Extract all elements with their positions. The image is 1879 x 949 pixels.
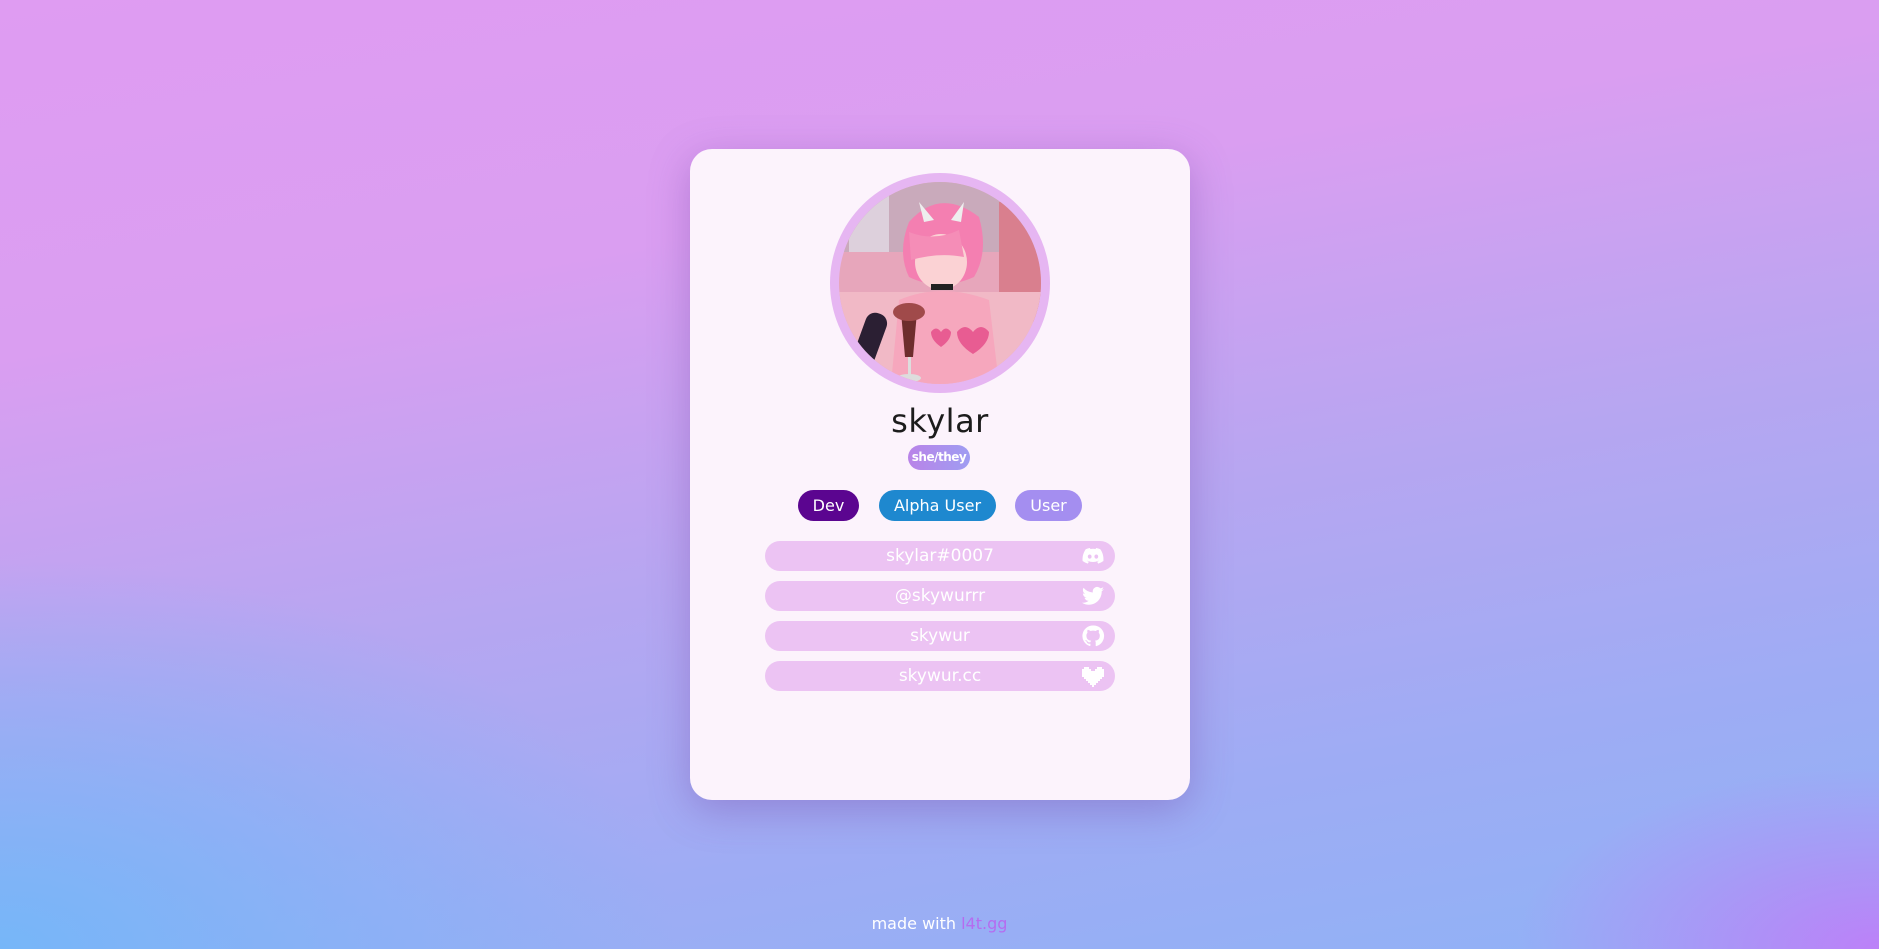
heart-icon [1082, 667, 1104, 687]
twitter-icon [1082, 586, 1104, 605]
github-link[interactable]: skywur [765, 621, 1115, 651]
footer: made with l4t.gg [0, 914, 1879, 933]
footer-link[interactable]: l4t.gg [961, 914, 1007, 933]
discord-link-label: skylar#0007 [886, 546, 994, 566]
profile-card: skylar she/they Dev Alpha User User skyl… [690, 149, 1190, 800]
twitter-link[interactable]: @skywurrr [765, 581, 1115, 611]
github-icon [1082, 625, 1105, 647]
website-link-label: skywur.cc [898, 666, 982, 686]
profile-name: skylar [891, 402, 989, 440]
github-link-label: skywur [910, 626, 970, 646]
discord-link[interactable]: skylar#0007 [765, 541, 1115, 571]
badge-dev: Dev [798, 490, 859, 521]
pronouns-badge: she/they [908, 445, 970, 470]
discord-icon [1082, 548, 1104, 564]
avatar [839, 182, 1041, 384]
badge-user: User [1015, 490, 1082, 521]
footer-text: made with [871, 914, 957, 933]
twitter-link-label: @skywurrr [894, 586, 986, 606]
avatar-ring [830, 173, 1050, 393]
website-link[interactable]: skywur.cc [765, 661, 1115, 691]
badge-alpha-user: Alpha User [879, 490, 996, 521]
